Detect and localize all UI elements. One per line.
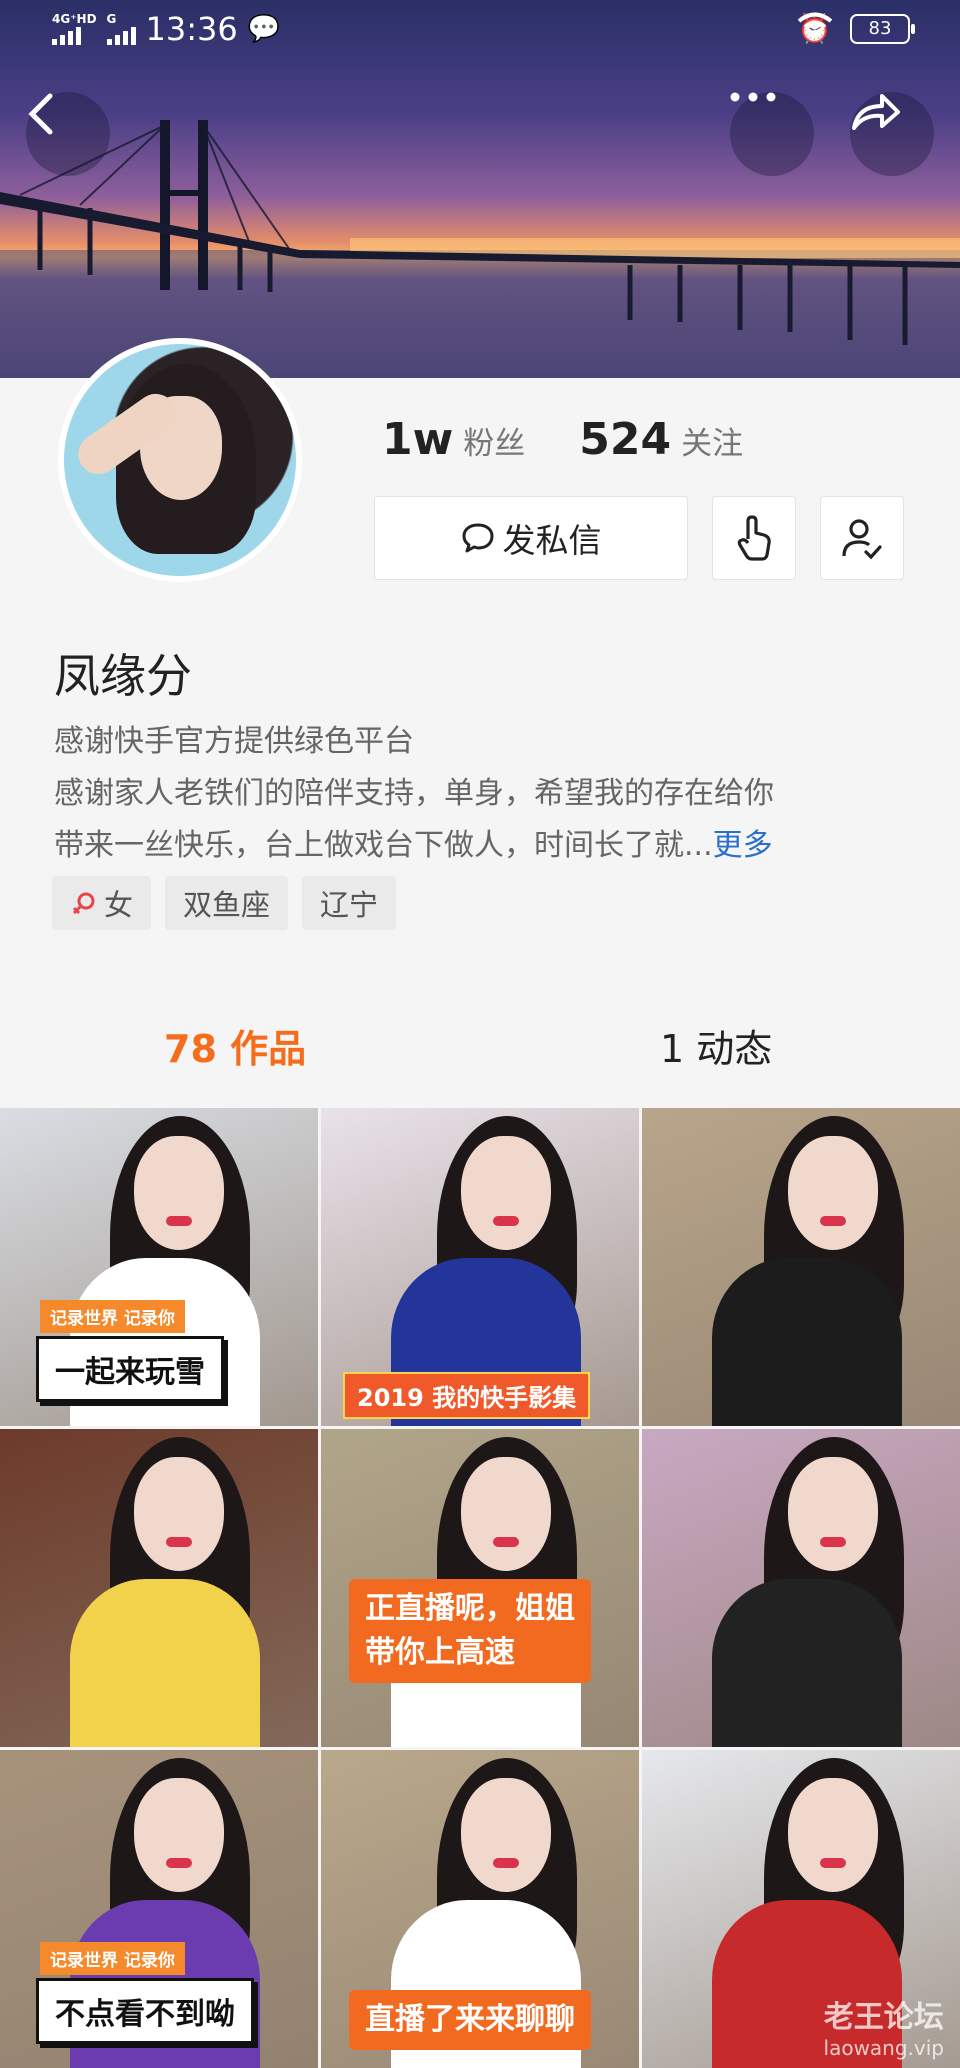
follow-user-button[interactable]	[820, 496, 904, 580]
thumbnail-face	[788, 1136, 878, 1250]
profile-stats: 1w 粉丝 524 关注	[382, 414, 797, 465]
thumbnail-lips	[820, 1216, 846, 1226]
works-grid: 记录世界 记录你 一起来玩雪 2019 我的快手影集 正直播呢，姐姐 带你上高速 记录世…	[0, 1108, 960, 2068]
thumbnail-lips	[493, 1858, 519, 1868]
wechat-icon: 💬	[247, 14, 281, 44]
bio-line-3: 带来一丝快乐，台上做戏台下做人，时间长了就...	[54, 828, 713, 863]
thumbnail-body	[70, 1579, 260, 1747]
battery-icon: 83	[850, 13, 915, 44]
caption-label: 直播了来来聊聊	[349, 1990, 591, 2050]
tag-gender: 女	[52, 876, 152, 930]
followers-count[interactable]: 1w	[382, 414, 453, 465]
tab-moments[interactable]: 1 动态	[660, 1018, 772, 1073]
thumbnail-lips	[493, 1537, 519, 1547]
thumbnail-face	[134, 1457, 224, 1571]
chevron-left-icon	[28, 93, 53, 135]
user-check-icon	[842, 519, 882, 560]
thumbnail-face	[134, 1778, 224, 1892]
caption-label: 一起来玩雪	[36, 1336, 224, 1402]
back-button[interactable]	[26, 92, 110, 176]
share-arrow-icon	[852, 94, 900, 130]
bio-more-link[interactable]: 更多	[713, 828, 773, 863]
share-button[interactable]	[850, 92, 934, 176]
thumbnail-face	[134, 1136, 224, 1250]
caption-label: 2019 我的快手影集	[343, 1372, 591, 1419]
chat-bubble-icon	[462, 523, 493, 553]
thumbnail-face	[461, 1136, 551, 1250]
tag-gender-label: 女	[104, 888, 134, 922]
caption-sub-label: 记录世界 记录你	[40, 1942, 185, 1975]
bio-line-2: 感谢家人老铁们的陪伴支持，单身，希望我的存在给你	[54, 776, 774, 811]
profile-name: 凤缘分	[54, 649, 192, 703]
following-count[interactable]: 524	[579, 414, 671, 465]
tap-gesture-button[interactable]	[712, 496, 796, 580]
video-thumbnail[interactable]: 正直播呢，姐姐 带你上高速	[321, 1429, 639, 1747]
hand-tap-icon	[737, 515, 771, 561]
video-thumbnail[interactable]	[642, 1108, 960, 1426]
profile-bio: 感谢快手官方提供绿色平台 感谢家人老铁们的陪伴支持，单身，希望我的存在给你 带来…	[54, 716, 914, 872]
female-icon	[72, 892, 95, 915]
network-type: 4G⁺HD	[52, 12, 97, 26]
avatar[interactable]	[58, 338, 302, 582]
video-thumbnail[interactable]: 记录世界 记录你 不点看不到呦	[0, 1750, 318, 2068]
wifi-icon	[797, 12, 833, 38]
profile-tags: 女 双鱼座 辽宁	[52, 876, 397, 930]
status-bar: 4G⁺HD G 13:36 💬 ⏰ 83	[0, 0, 960, 62]
video-thumbnail[interactable]	[0, 1429, 318, 1747]
thumbnail-lips	[820, 1858, 846, 1868]
thumbnail-face	[461, 1778, 551, 1892]
thumbnail-lips	[166, 1858, 192, 1868]
thumbnail-face	[788, 1778, 878, 1892]
more-button[interactable]	[730, 92, 814, 176]
thumbnail-lips	[820, 1537, 846, 1547]
send-message-button[interactable]: 发私信	[374, 496, 688, 580]
tag-zodiac-label: 双鱼座	[183, 888, 271, 922]
signal-icon: 4G⁺HD	[52, 13, 97, 45]
thumbnail-face	[788, 1457, 878, 1571]
following-label[interactable]: 关注	[681, 418, 743, 463]
thumbnail-lips	[493, 1216, 519, 1226]
caption-label: 正直播呢，姐姐 带你上高速	[349, 1579, 591, 1683]
video-thumbnail[interactable]	[642, 1429, 960, 1747]
send-message-label: 发私信	[502, 521, 602, 560]
thumbnail-body	[712, 1579, 902, 1747]
thumbnail-face	[461, 1457, 551, 1571]
thumbnail-lips	[166, 1537, 192, 1547]
video-thumbnail[interactable]: 2019 我的快手影集	[321, 1108, 639, 1426]
battery-level: 83	[868, 17, 892, 39]
bio-line-1: 感谢快手官方提供绿色平台	[54, 724, 414, 759]
caption-sub-label: 记录世界 记录你	[40, 1300, 185, 1333]
watermark-url: laowang.vip	[823, 2036, 944, 2060]
watermark-title: 老王论坛	[823, 2000, 944, 2035]
video-thumbnail[interactable]: 直播了来来聊聊	[321, 1750, 639, 2068]
network-type-2: G	[106, 12, 117, 26]
profile-banner: 4G⁺HD G 13:36 💬 ⏰ 83	[0, 0, 960, 378]
signal-icon-2: G	[106, 12, 136, 45]
tab-works[interactable]: 78 作品	[164, 1018, 306, 1073]
watermark: 老王论坛 laowang.vip	[824, 1992, 944, 2060]
thumbnail-body	[712, 1258, 902, 1426]
followers-label[interactable]: 粉丝	[463, 418, 525, 463]
tag-zodiac: 双鱼座	[165, 876, 289, 930]
more-dots-icon	[730, 92, 776, 102]
tag-region-label: 辽宁	[320, 888, 379, 922]
tag-region: 辽宁	[302, 876, 397, 930]
clock: 13:36	[145, 10, 238, 48]
caption-label: 不点看不到呦	[36, 1978, 254, 2044]
profile-section: 1w 粉丝 524 关注 发私信 凤缘分 感谢快手官方提供绿色平台 感谢家人老铁…	[0, 338, 960, 1108]
video-thumbnail[interactable]: 记录世界 记录你 一起来玩雪	[0, 1108, 318, 1426]
profile-tabs: 78 作品 1 动态	[0, 998, 960, 1106]
thumbnail-lips	[166, 1216, 192, 1226]
